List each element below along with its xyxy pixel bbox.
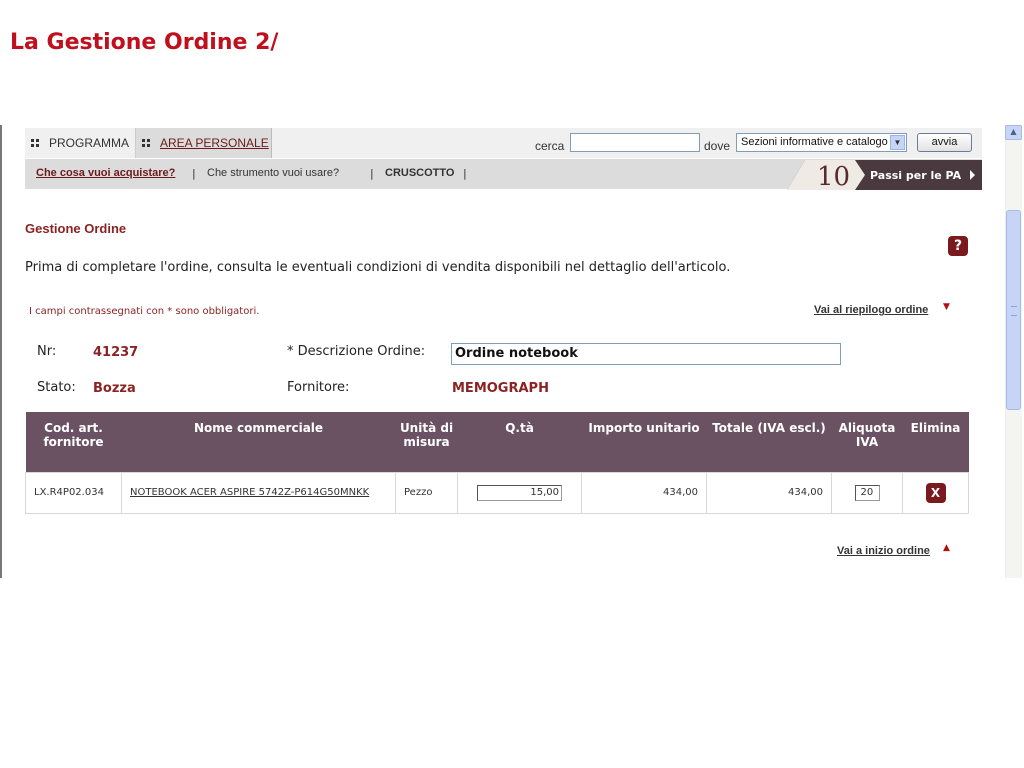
- aliquota-input[interactable]: 20: [854, 484, 880, 501]
- delete-icon[interactable]: X: [925, 482, 946, 503]
- slide-title: La Gestione Ordine 2/: [10, 30, 279, 55]
- frame-border: [0, 125, 2, 578]
- col-header-nome: Nome commerciale: [121, 412, 396, 472]
- table-header-row: Cod. art. fornitore Nome commerciale Uni…: [25, 412, 969, 472]
- cell-aliquota: 20: [831, 471, 903, 514]
- col-header-importo: Importo unitario: [581, 412, 707, 472]
- subnav-strumento[interactable]: Che strumento vuoi usare?: [207, 167, 339, 179]
- top-navigation-bar: PROGRAMMA AREA PERSONALE cerca dove Sezi…: [25, 128, 982, 158]
- cell-totale: 434,00: [706, 471, 832, 514]
- col-header-elimina: Elimina: [902, 412, 969, 472]
- col-header-unita: Unità di misura: [395, 412, 458, 472]
- triangle-up-icon: ▲: [943, 543, 950, 553]
- page-title: Gestione Ordine: [25, 221, 127, 236]
- help-icon[interactable]: ?: [948, 236, 968, 256]
- descrizione-label: * Descrizione Ordine:: [287, 344, 426, 359]
- scrollbar-thumb[interactable]: [1006, 210, 1021, 410]
- fornitore-label: Fornitore:: [287, 380, 350, 395]
- grid-dots-icon: [142, 138, 152, 148]
- link-riepilogo-ordine[interactable]: Vai al riepilogo ordine: [814, 304, 928, 316]
- dove-label: dove: [704, 139, 731, 153]
- dove-selected-value: Sezioni informative e catalogo: [741, 136, 888, 148]
- browser-frame: PROGRAMMA AREA PERSONALE cerca dove Sezi…: [0, 125, 1024, 578]
- cell-quantita: 15,00: [457, 471, 582, 514]
- subnav-separator: |: [192, 167, 196, 180]
- grid-dots-icon: [31, 138, 41, 148]
- subnav-separator: |: [370, 167, 374, 180]
- col-header-quantita: Q.tà: [457, 412, 582, 472]
- triangle-down-icon: ▼: [943, 302, 950, 312]
- dove-select[interactable]: Sezioni informative e catalogo ▼: [736, 133, 907, 152]
- search-input[interactable]: [570, 133, 700, 152]
- tab-programma-label: PROGRAMMA: [49, 136, 130, 150]
- required-fields-note: I campi contrassegnati con * sono obblig…: [29, 306, 260, 317]
- tab-area-personale[interactable]: AREA PERSONALE: [135, 128, 272, 158]
- cell-importo: 434,00: [581, 471, 707, 514]
- cell-nome: NOTEBOOK ACER ASPIRE 5742Z-P614G50MNKK: [121, 471, 396, 514]
- intro-text: Prima di completare l'ordine, consulta l…: [25, 260, 731, 275]
- cell-elimina: X: [902, 471, 969, 514]
- chevron-down-icon[interactable]: ▼: [890, 135, 905, 150]
- order-items-table: Cod. art. fornitore Nome commerciale Uni…: [25, 412, 969, 514]
- subnav-cosa-acquistare[interactable]: Che cosa vuoi acquistare?: [36, 167, 175, 179]
- passi-text: Passi per le PA: [870, 169, 962, 182]
- nr-value: 41237: [93, 345, 139, 360]
- stato-value: Bozza: [93, 381, 136, 396]
- scroll-up-icon[interactable]: ▲: [1005, 125, 1022, 140]
- col-header-totale: Totale (IVA escl.): [706, 412, 832, 472]
- quantity-input[interactable]: 15,00: [477, 484, 562, 501]
- tab-area-personale-label: AREA PERSONALE: [160, 136, 269, 150]
- col-header-codice: Cod. art. fornitore: [25, 412, 122, 472]
- table-row: LX.R4P02.034 NOTEBOOK ACER ASPIRE 5742Z-…: [25, 471, 969, 514]
- passi-number: 10: [817, 162, 850, 190]
- col-header-aliquota: Aliquota IVA: [831, 412, 903, 472]
- passi-pa-banner[interactable]: 10 Passi per le PA: [787, 160, 982, 190]
- search-label: cerca: [535, 139, 565, 153]
- cell-unita: Pezzo: [395, 471, 458, 514]
- subnav-cruscotto[interactable]: CRUSCOTTO: [385, 167, 454, 179]
- cell-codice: LX.R4P02.034: [25, 471, 122, 514]
- nr-label: Nr:: [37, 344, 57, 359]
- product-link[interactable]: NOTEBOOK ACER ASPIRE 5742Z-P614G50MNKK: [130, 487, 369, 498]
- descrizione-input[interactable]: Ordine notebook: [451, 343, 841, 365]
- link-inizio-ordine[interactable]: Vai a inizio ordine: [837, 545, 930, 557]
- avvia-button[interactable]: avvia: [917, 133, 972, 152]
- tab-programma[interactable]: PROGRAMMA: [25, 128, 135, 158]
- fornitore-value: MEMOGRAPH: [452, 381, 549, 396]
- subnav-separator: |: [463, 167, 467, 180]
- stato-label: Stato:: [37, 380, 76, 395]
